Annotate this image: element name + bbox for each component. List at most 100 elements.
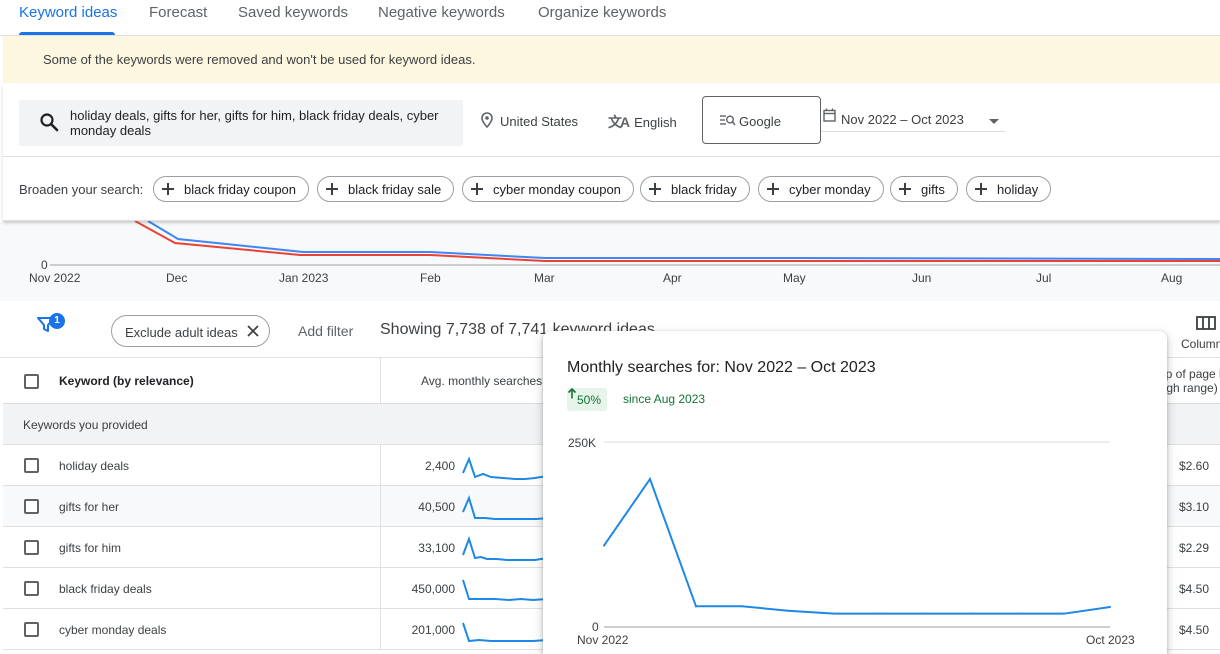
date-range-label: Nov 2022 – Oct 2023 <box>841 112 964 127</box>
row-checkbox[interactable] <box>24 622 39 637</box>
chip-label: black friday <box>671 181 737 197</box>
chip-label: black friday sale <box>348 181 442 197</box>
trend-line-red <box>134 221 1220 262</box>
trend-x-label: Jan 2023 <box>279 271 329 285</box>
column-divider <box>380 358 381 404</box>
plus-icon <box>326 183 338 195</box>
tab-organize-keywords[interactable]: Organize keywords <box>538 4 666 21</box>
column-divider <box>380 445 381 486</box>
y-axis-label-zero: 0 <box>592 620 599 634</box>
broaden-chip-cyber-monday[interactable]: cyber monday <box>758 176 884 202</box>
data-point-jan-2023[interactable] <box>695 605 697 608</box>
broaden-chip-gifts[interactable]: gifts <box>890 176 958 202</box>
plus-icon <box>471 183 483 195</box>
language-selector[interactable]: 文A English <box>608 112 677 132</box>
data-point-jun-2023[interactable] <box>925 612 927 615</box>
keyword-column-header[interactable]: Keyword (by relevance) <box>59 374 194 388</box>
chip-label: cyber monday <box>789 181 871 197</box>
plus-icon <box>767 183 779 195</box>
select-all-checkbox[interactable] <box>24 374 39 389</box>
keyword-search-box[interactable]: holiday deals, gifts for her, gifts for … <box>19 100 463 146</box>
keyword-cell: gifts for her <box>59 500 120 514</box>
exclude-adult-ideas-chip[interactable]: Exclude adult ideas <box>111 315 270 347</box>
panel-divider <box>3 156 1220 157</box>
data-point-may-2023[interactable] <box>879 612 881 615</box>
data-point-jul-2023[interactable] <box>971 612 973 615</box>
tab-saved-keywords[interactable]: Saved keywords <box>238 4 348 21</box>
row-checkbox[interactable] <box>24 540 39 555</box>
columns-icon[interactable] <box>1196 315 1216 336</box>
row-checkbox[interactable] <box>24 581 39 596</box>
language-label: English <box>634 114 677 130</box>
y-axis-label-top: 250K <box>568 436 597 450</box>
broaden-chip-black-friday[interactable]: black friday <box>640 176 750 202</box>
trend-x-label: Aug <box>1161 271 1183 285</box>
data-point-sep-2023[interactable] <box>1063 612 1065 615</box>
tab-negative-keywords[interactable]: Negative keywords <box>378 4 505 21</box>
avg-searches-cell: 33,100 <box>418 541 455 555</box>
group-label: Keywords you provided <box>23 418 148 432</box>
x-axis-label-end: Oct 2023 <box>1086 633 1135 647</box>
active-tab-indicator <box>19 32 115 35</box>
broaden-chip-holiday[interactable]: holiday <box>966 176 1052 202</box>
row-checkbox[interactable] <box>24 458 39 473</box>
trend-line-blue <box>147 221 1220 260</box>
column-divider <box>380 609 381 650</box>
location-pin-icon <box>480 112 494 131</box>
broaden-chip-cyber-monday-coupon[interactable]: cyber monday coupon <box>462 176 634 202</box>
sparkline <box>462 456 548 480</box>
broaden-search-label: Broaden your search: <box>19 182 144 197</box>
location-label: United States <box>500 114 579 129</box>
notice-banner: Some of the keywords were removed and wo… <box>3 36 1220 83</box>
data-point-oct-2023[interactable] <box>1109 606 1111 609</box>
broaden-chip-black-friday-coupon[interactable]: black friday coupon <box>153 176 310 202</box>
date-range-selector[interactable]: Nov 2022 – Oct 2023 <box>821 102 1005 132</box>
bid-cell: $4.50 <box>1179 623 1210 637</box>
plus-icon <box>975 183 987 195</box>
trend-x-label: Mar <box>534 271 555 285</box>
monthly-searches-popup: Monthly searches for: Nov 2022 – Oct 202… <box>543 331 1167 654</box>
tab-forecast[interactable]: Forecast <box>149 4 207 21</box>
data-point-feb-2023[interactable] <box>741 605 743 608</box>
data-point-dec-2022[interactable] <box>649 478 651 480</box>
filter-count-badge: 1 <box>49 313 65 329</box>
bid-cell: $4.50 <box>1179 582 1210 596</box>
search-network-button[interactable]: Google <box>702 96 821 144</box>
notice-text: Some of the keywords were removed and wo… <box>43 52 476 67</box>
chip-label: holiday <box>997 181 1039 197</box>
keyword-cell: gifts for him <box>59 541 122 555</box>
trend-x-label: Jun <box>912 271 932 285</box>
bid-cell: $2.60 <box>1179 459 1210 473</box>
sparkline <box>462 579 548 602</box>
close-icon[interactable] <box>247 325 259 340</box>
search-network-icon <box>720 113 736 131</box>
data-point-nov-2022[interactable] <box>603 544 605 547</box>
column-divider <box>380 568 381 609</box>
plus-icon <box>899 183 911 195</box>
data-point-apr-2023[interactable] <box>833 612 835 615</box>
add-filter-button[interactable]: Add filter <box>298 323 353 339</box>
trend-x-label: Jul <box>1036 271 1052 285</box>
plus-icon <box>162 183 174 195</box>
bid-cell: $2.29 <box>1179 541 1210 555</box>
avg-searches-column-header[interactable]: Avg. monthly searches <box>421 374 542 388</box>
chip-label: Exclude adult ideas <box>125 325 238 340</box>
broaden-chip-black-friday-sale[interactable]: black friday sale <box>317 176 455 202</box>
row-checkbox[interactable] <box>24 499 39 514</box>
location-selector[interactable]: United States <box>480 112 578 131</box>
keyword-search-input[interactable]: holiday deals, gifts for her, gifts for … <box>70 108 450 138</box>
keyword-cell: holiday deals <box>59 459 130 473</box>
plus-icon <box>649 183 661 195</box>
tab-keyword-ideas[interactable]: Keyword ideas <box>19 4 117 21</box>
search-trend-chart: 0 Nov 2022 Dec Jan 2023 Feb Mar Apr May … <box>0 221 1220 301</box>
trend-x-label: Dec <box>166 271 188 285</box>
trend-x-label: May <box>783 271 806 285</box>
trend-chart-svg <box>50 221 1220 266</box>
data-point-mar-2023[interactable] <box>787 609 789 612</box>
data-point-aug-2023[interactable] <box>1017 612 1019 615</box>
sparkline <box>462 535 548 561</box>
sparkline <box>462 622 548 643</box>
column-divider <box>380 486 381 527</box>
columns-label[interactable]: Columns <box>1181 337 1220 351</box>
trend-zero-label: 0 <box>41 258 48 272</box>
